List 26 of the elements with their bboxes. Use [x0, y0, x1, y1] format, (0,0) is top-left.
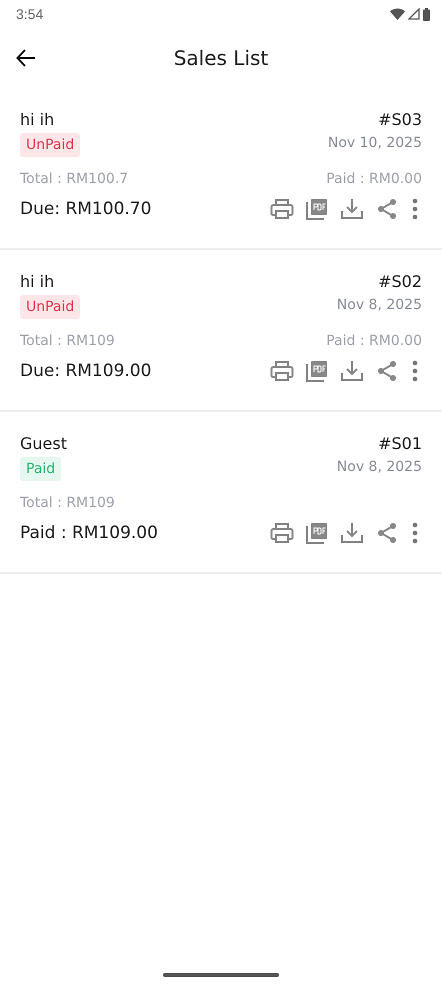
sale-number: #S01: [378, 434, 422, 453]
clock: 3:54: [16, 6, 44, 22]
customer-name: Guest: [20, 434, 67, 453]
wifi-icon: [390, 8, 405, 20]
paid-amount: Paid : RM0.00: [326, 171, 422, 187]
balance-amount: Due: RM109.00: [20, 361, 152, 381]
signal-icon: [408, 8, 420, 20]
sale-date: Nov 8, 2025: [336, 459, 422, 475]
sale-date: Nov 8, 2025: [336, 297, 422, 313]
back-arrow-icon[interactable]: [16, 49, 36, 67]
battery-icon: [423, 8, 430, 20]
status-badge: UnPaid: [20, 295, 80, 319]
page-title: Sales List: [174, 46, 268, 70]
sale-number: #S03: [378, 110, 422, 129]
sale-date: Nov 10, 2025: [328, 135, 422, 151]
customer-name: hi ih: [20, 110, 54, 129]
total-amount: Total : RM109: [20, 495, 115, 511]
balance-amount: Paid : RM109.00: [20, 523, 158, 543]
status-badge: Paid: [20, 457, 62, 481]
customer-name: hi ih: [20, 272, 54, 291]
sale-number: #S02: [378, 272, 422, 291]
paid-amount: Paid : RM0.00: [326, 333, 422, 349]
balance-amount: Due: RM100.70: [20, 199, 152, 219]
total-amount: Total : RM109: [20, 333, 115, 349]
status-badge: UnPaid: [20, 133, 80, 157]
total-amount: Total : RM100.7: [20, 171, 128, 187]
